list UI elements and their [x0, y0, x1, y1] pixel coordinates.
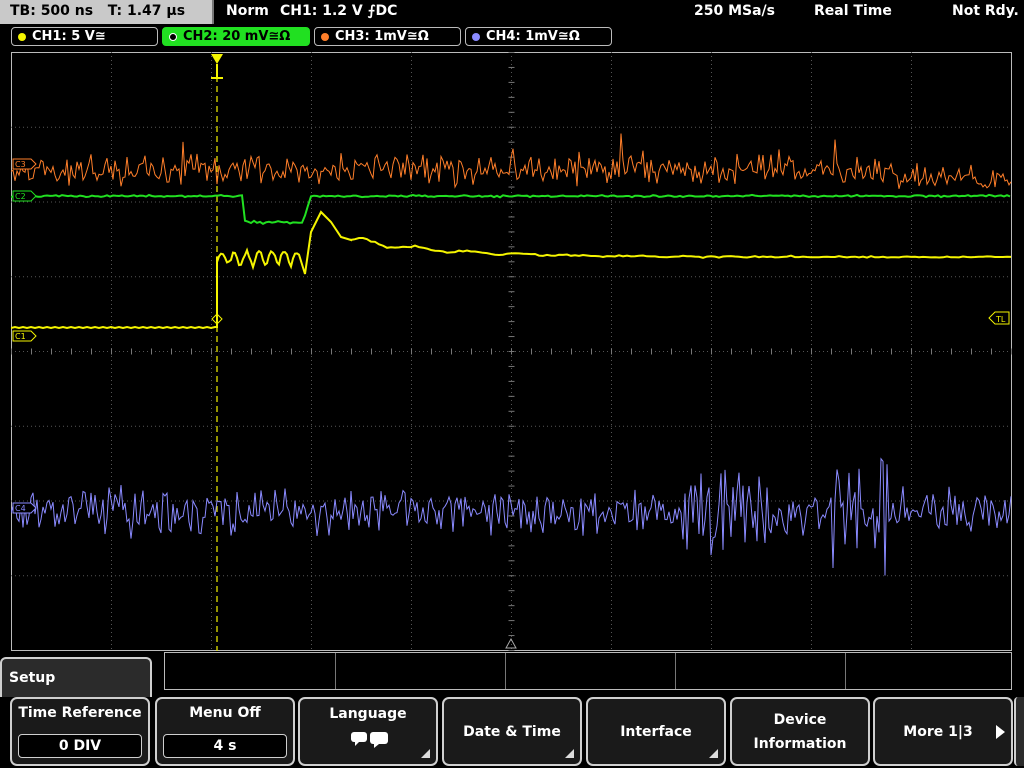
date-time-label: Date & Time: [463, 724, 561, 740]
ch2-label: CH2: 20 mV≅Ω: [183, 29, 291, 44]
timebase-readout: TB: 500 ns: [10, 3, 94, 19]
trigger-mode: Norm: [226, 3, 269, 19]
ch1-offset-marker[interactable]: C1: [12, 330, 37, 342]
status-bar: Norm CH1: 1.2 V ⨍DC 250 MSa/s Real Time …: [214, 0, 1024, 24]
ch3-color-dot: [321, 33, 329, 41]
device-information-button[interactable]: Device Information: [730, 697, 870, 766]
arrow-right-icon: [996, 725, 1005, 739]
language-label: Language: [329, 706, 407, 722]
waveform-display[interactable]: C3 C2 C1 C4 TL: [11, 52, 1012, 651]
ch3-offset-marker[interactable]: C3: [12, 158, 37, 170]
channel-tab-ch3[interactable]: CH3: 1mV≅Ω: [314, 27, 461, 46]
ch4-color-dot: [472, 33, 480, 41]
channel-tab-ch1[interactable]: CH1: 5 V≅: [11, 27, 158, 46]
more-button[interactable]: More 1|3: [873, 697, 1013, 766]
speech-bubble-icon: [351, 732, 388, 748]
ch1-marker-label: C1: [15, 332, 26, 341]
channel-tab-ch2[interactable]: CH2: 20 mV≅Ω: [162, 27, 310, 46]
interface-label: Interface: [620, 724, 692, 740]
ch3-label: CH3: 1mV≅Ω: [335, 29, 429, 44]
ch1-label: CH1: 5 V≅: [32, 29, 106, 44]
time-reference-value: 0 DIV: [18, 734, 142, 758]
trigger-time-readout: T: 1.47 µs: [107, 3, 186, 19]
ch2-marker-label: C2: [15, 192, 26, 201]
channel-tab-ch4[interactable]: CH4: 1mV≅Ω: [465, 27, 612, 46]
time-reference-label: Time Reference: [18, 705, 142, 721]
menu-title: Setup: [9, 670, 56, 686]
status-timebase-panel: TB: 500 ns T: 1.47 µs: [0, 0, 214, 24]
menu-off-value: 4 s: [163, 734, 287, 758]
date-time-button[interactable]: Date & Time: [442, 697, 582, 766]
more-label: More 1|3: [903, 724, 973, 740]
ch4-marker-label: C4: [15, 504, 26, 513]
sample-rate: 250 MSa/s: [694, 3, 776, 19]
menu-off-label: Menu Off: [189, 705, 261, 721]
device-info-label-1: Device: [773, 712, 827, 728]
ch1-color-dot: [18, 33, 26, 41]
ch3-marker-label: C3: [15, 160, 26, 169]
acquisition-mode: Real Time: [814, 3, 892, 19]
language-button[interactable]: Language: [298, 697, 438, 766]
softkey-edge-tab: [1014, 697, 1024, 766]
trigger-level-label: TL: [995, 315, 1006, 324]
acquisition-state: Not Rdy.: [952, 3, 1019, 19]
submenu-indicator-icon: [565, 749, 574, 758]
menu-off-button[interactable]: Menu Off 4 s: [155, 697, 295, 766]
ch2-color-dot: [169, 33, 177, 41]
trigger-info: CH1: 1.2 V ⨍DC: [280, 3, 398, 19]
info-strip: [164, 652, 1012, 690]
menu-title-tab: Setup: [0, 657, 152, 697]
device-info-label-2: Information: [753, 736, 847, 752]
ch4-label: CH4: 1mV≅Ω: [486, 29, 580, 44]
submenu-indicator-icon: [709, 749, 718, 758]
ch2-offset-marker[interactable]: C2: [12, 190, 37, 202]
interface-button[interactable]: Interface: [586, 697, 726, 766]
ch4-offset-marker[interactable]: C4: [12, 502, 37, 514]
submenu-indicator-icon: [421, 749, 430, 758]
time-reference-button[interactable]: Time Reference 0 DIV: [10, 697, 150, 766]
